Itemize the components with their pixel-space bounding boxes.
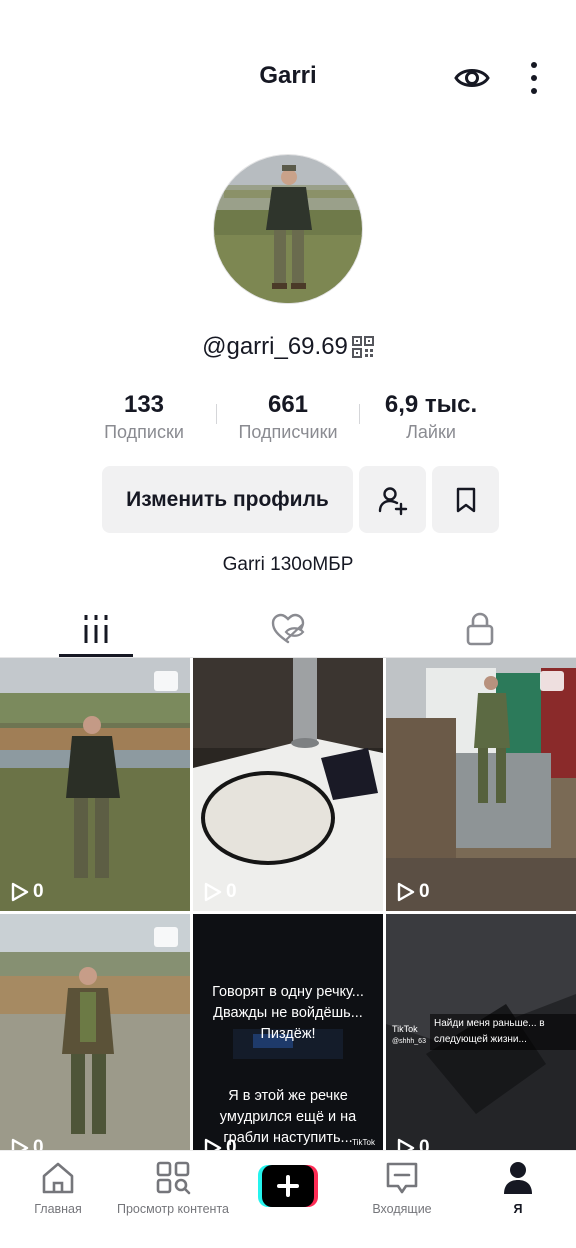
create-button[interactable] bbox=[258, 1165, 318, 1207]
eye-icon[interactable] bbox=[454, 60, 490, 96]
nav-profile[interactable]: Я bbox=[488, 1151, 548, 1248]
tab-private[interactable] bbox=[384, 600, 576, 658]
avatar[interactable] bbox=[213, 154, 363, 304]
photo-post-icon bbox=[154, 671, 178, 691]
video-caption-top: Найди меня раньше... в следующей жизни..… bbox=[430, 1014, 576, 1050]
video-thumbnail[interactable]: 0 bbox=[386, 658, 576, 911]
nav-inbox-label: Входящие bbox=[372, 1202, 432, 1216]
nav-inbox[interactable]: Входящие bbox=[362, 1151, 442, 1248]
view-count: 0 bbox=[397, 881, 430, 903]
followers-stat[interactable]: 661 Подписчики bbox=[213, 390, 363, 443]
profile-bio: Garri 130оМБР bbox=[222, 554, 354, 575]
video-thumbnail[interactable]: Найди меня раньше... в следующей жизни..… bbox=[386, 914, 576, 1150]
top-bar: Garri bbox=[0, 40, 576, 114]
following-stat[interactable]: 133 Подписки bbox=[69, 390, 219, 443]
tab-videos[interactable] bbox=[0, 600, 192, 658]
following-label: Подписки bbox=[104, 422, 184, 442]
add-user-icon bbox=[378, 486, 407, 515]
video-caption-top: Говорят в одну речку... Дважды не войдёш… bbox=[212, 984, 364, 1042]
tiktok-watermark: TikTok bbox=[352, 1138, 375, 1147]
nav-home[interactable]: Главная bbox=[18, 1151, 98, 1248]
profile-icon bbox=[504, 1162, 532, 1194]
play-icon bbox=[397, 882, 415, 902]
username-row: @garri_69.69 bbox=[0, 331, 576, 363]
tab-liked[interactable] bbox=[192, 600, 384, 658]
nav-content-view[interactable]: Просмотр контента bbox=[113, 1151, 233, 1248]
bookmark-icon bbox=[456, 487, 475, 512]
active-tab-indicator bbox=[59, 654, 133, 657]
add-friends-button[interactable] bbox=[359, 466, 426, 533]
followers-label: Подписчики bbox=[238, 422, 338, 442]
content-view-icon bbox=[156, 1161, 191, 1195]
play-icon bbox=[11, 1138, 29, 1150]
video-thumbnail[interactable]: Говорят в одну речку... Дважды не войдёш… bbox=[193, 914, 383, 1150]
likes-stat[interactable]: 6,9 тыс. Лайки bbox=[356, 390, 506, 443]
favorites-button[interactable] bbox=[432, 466, 499, 533]
play-icon bbox=[204, 1138, 222, 1150]
play-icon bbox=[204, 882, 222, 902]
photo-post-icon bbox=[154, 927, 178, 947]
play-icon bbox=[397, 1138, 415, 1150]
nav-content-view-label: Просмотр контента bbox=[117, 1202, 229, 1216]
inbox-icon bbox=[386, 1162, 418, 1194]
nav-home-label: Главная bbox=[34, 1202, 82, 1216]
video-thumbnail[interactable]: 0 bbox=[193, 658, 383, 911]
tiktok-watermark: TikTok @shhh_63 bbox=[392, 1024, 426, 1045]
play-icon bbox=[11, 882, 29, 902]
followers-count: 661 bbox=[267, 391, 309, 418]
video-thumbnail[interactable]: 0 bbox=[0, 914, 190, 1150]
home-icon bbox=[42, 1162, 74, 1194]
videos-grid-icon bbox=[84, 615, 108, 643]
following-count: 133 bbox=[123, 391, 165, 418]
qr-code-icon[interactable] bbox=[351, 336, 374, 358]
video-grid: 0 0 0 0 Говорят в одну речку... Дважды н… bbox=[0, 658, 576, 1150]
likes-label: Лайки bbox=[406, 422, 456, 442]
nav-profile-label: Я bbox=[513, 1202, 523, 1216]
create-plus-icon bbox=[258, 1165, 318, 1207]
liked-hidden-icon bbox=[271, 613, 305, 644]
content-tabs bbox=[0, 600, 576, 658]
bottom-navigation: Главная Просмотр контента Входящие Я bbox=[0, 1150, 576, 1248]
video-thumbnail[interactable]: 0 bbox=[0, 658, 190, 911]
username: @garri_69.69 bbox=[202, 333, 348, 360]
view-count: 0 bbox=[204, 881, 237, 903]
view-count: 0 bbox=[204, 1137, 237, 1150]
view-count: 0 bbox=[11, 1137, 44, 1150]
photo-post-icon bbox=[540, 671, 564, 691]
view-count: 0 bbox=[11, 881, 44, 903]
lock-icon bbox=[466, 612, 494, 646]
edit-profile-button[interactable]: Изменить профиль bbox=[102, 466, 353, 533]
profile-stats: 133 Подписки 661 Подписчики 6,9 тыс. Лай… bbox=[0, 390, 576, 450]
more-options-icon[interactable] bbox=[520, 60, 548, 96]
likes-count: 6,9 тыс. bbox=[384, 391, 478, 418]
view-count: 0 bbox=[397, 1137, 430, 1150]
